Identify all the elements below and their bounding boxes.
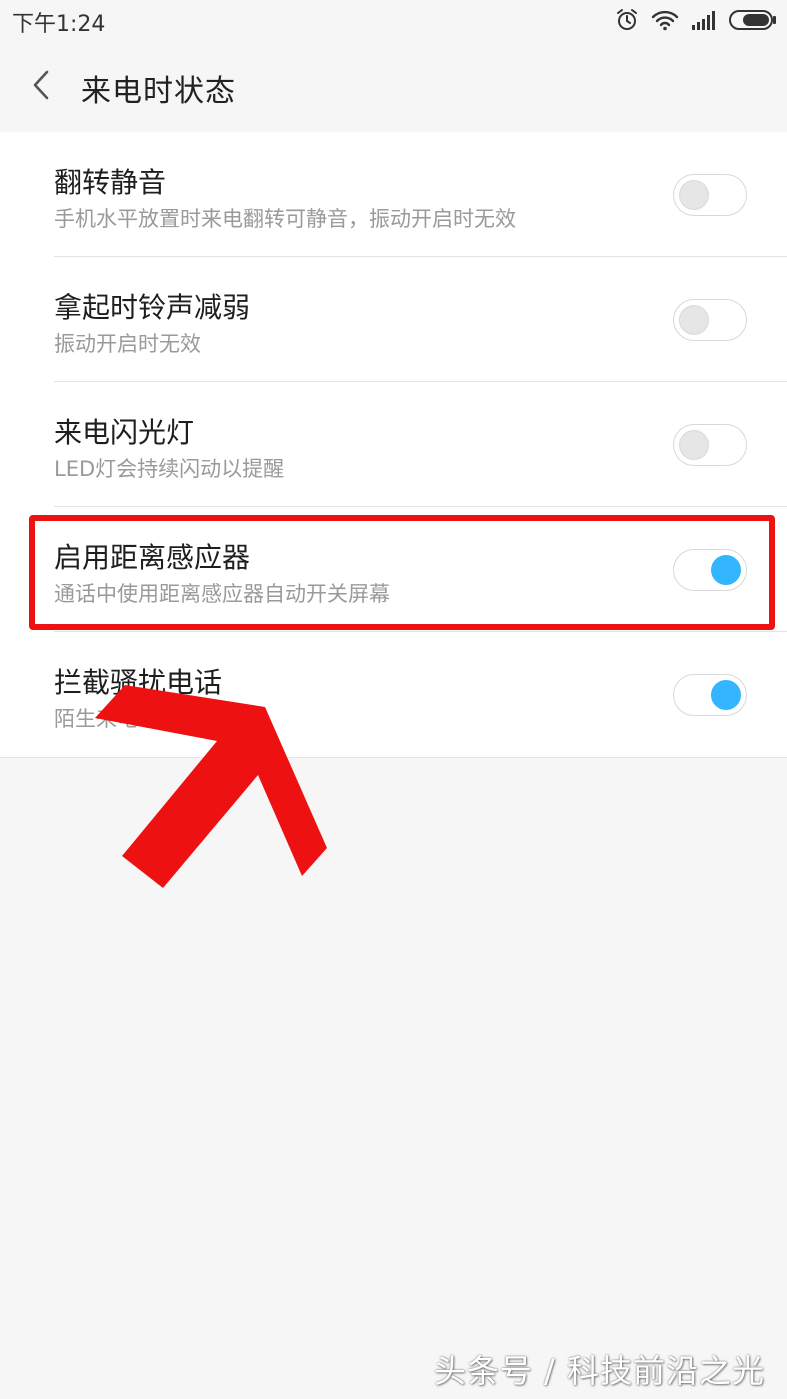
setting-row-block-spam[interactable]: 拦截骚扰电话 陌生来电响铃静音 [0,632,787,757]
setting-title: 拿起时铃声减弱 [54,291,251,324]
battery-icon [729,9,777,31]
back-button[interactable] [22,62,62,108]
setting-description: 振动开启时无效 [54,332,201,356]
status-time: 下午1:24 [12,12,106,37]
pickup-quiet-toggle[interactable] [673,299,747,341]
chevron-left-icon [33,70,49,100]
setting-row-pickup-quiet[interactable]: 拿起时铃声减弱 振动开启时无效 [0,257,787,382]
toggle-knob [679,180,709,210]
page-title: 来电时状态 [81,74,236,109]
signal-icon [691,9,717,31]
alarm-icon [615,8,639,32]
flash-alert-toggle[interactable] [673,424,747,466]
toggle-knob [711,680,741,710]
wifi-icon [651,9,679,31]
setting-description: 陌生来电响铃静音 [54,707,222,731]
setting-row-flip-mute[interactable]: 翻转静音 手机水平放置时来电翻转可静音，振动开启时无效 [0,132,787,257]
setting-description: LED灯会持续闪动以提醒 [54,457,285,481]
status-icons [615,8,777,32]
flip-mute-toggle[interactable] [673,174,747,216]
setting-description: 手机水平放置时来电翻转可静音，振动开启时无效 [54,207,516,231]
toggle-knob [711,555,741,585]
toggle-knob [679,305,709,335]
setting-title: 拦截骚扰电话 [54,666,223,699]
setting-title: 启用距离感应器 [54,541,251,574]
settings-list: 翻转静音 手机水平放置时来电翻转可静音，振动开启时无效 拿起时铃声减弱 振动开启… [0,132,787,758]
proximity-sensor-toggle[interactable] [673,549,747,591]
watermark: 头条号 / 科技前沿之光 [433,1352,765,1390]
status-bar: 下午1:24 [0,0,787,40]
setting-row-flash-alert[interactable]: 来电闪光灯 LED灯会持续闪动以提醒 [0,382,787,507]
setting-description: 通话中使用距离感应器自动开关屏幕 [54,582,390,606]
setting-title: 来电闪光灯 [54,416,195,449]
block-spam-toggle[interactable] [673,674,747,716]
toggle-knob [679,430,709,460]
setting-row-proximity-sensor[interactable]: 启用距离感应器 通话中使用距离感应器自动开关屏幕 [0,507,787,632]
title-bar: 来电时状态 [0,40,787,133]
setting-title: 翻转静音 [54,166,167,199]
